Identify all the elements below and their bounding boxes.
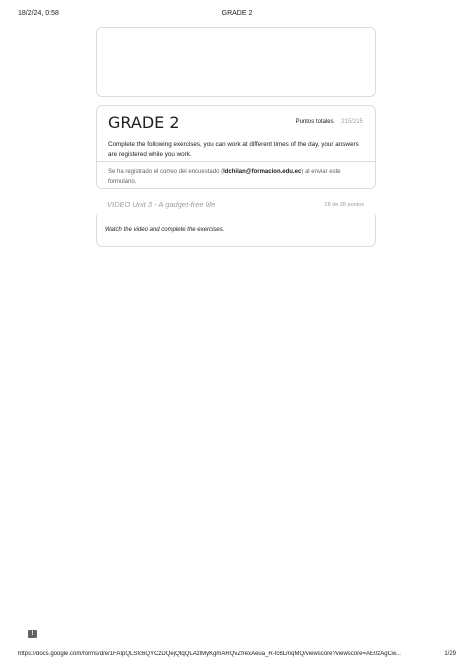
section-card: Watch the video and complete the exercis… [96, 215, 376, 247]
section-title: VIDEO Unit 3 - A gadget-free life [107, 200, 216, 209]
email-note: Se ha registrado el correo del encuestad… [108, 168, 366, 187]
page-url: https://docs.google.com/forms/d/e/1FAIpQ… [18, 651, 401, 657]
total-points: Puntos totales 215/215 [296, 119, 363, 125]
form-header-card: GRADE 2 Puntos totales 215/215 Complete … [96, 105, 376, 189]
section-header: VIDEO Unit 3 - A gadget-free life 28 de … [96, 199, 376, 213]
section-description: Watch the video and complete the exercis… [105, 227, 225, 233]
form-description: Complete the following exercises, you ca… [108, 141, 359, 158]
header-banner [96, 27, 376, 97]
email-prefix: Se ha registrado el correo del encuestad… [108, 169, 224, 175]
points-value: 215/215 [341, 119, 363, 125]
divider [97, 161, 375, 162]
form-title: GRADE 2 [108, 113, 180, 132]
section-points: 28 de 28 puntos [324, 202, 364, 208]
page-number: 1/29 [444, 651, 456, 657]
print-title: GRADE 2 [221, 10, 253, 17]
points-label: Puntos totales [295, 119, 334, 125]
feedback-icon[interactable]: ! [28, 630, 37, 638]
respondent-email: ldchilan@formacion.edu.ec [223, 169, 302, 175]
